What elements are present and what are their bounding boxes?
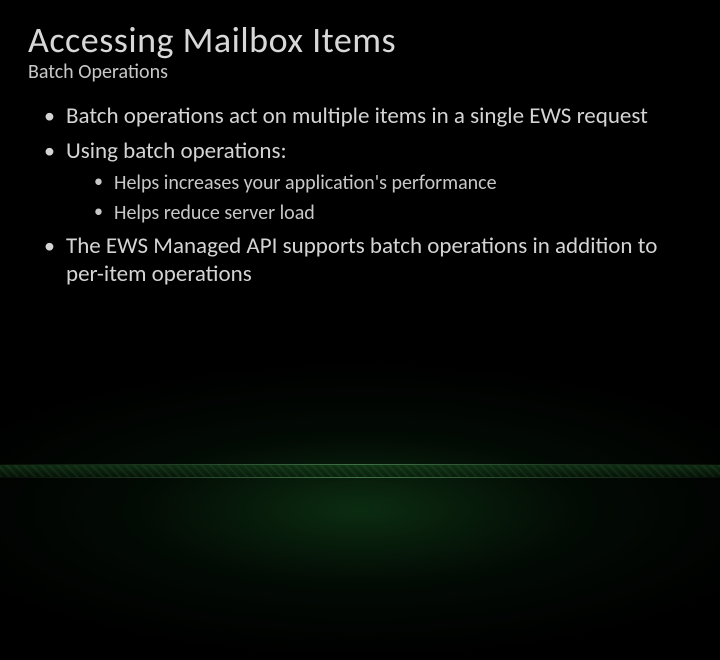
accent-bar [0,464,720,482]
sub-bullet-item: Helps increases your application's perfo… [94,170,692,196]
bullet-item: Batch operations act on multiple items i… [44,102,692,131]
bullet-item: Using batch operations: Helps increases … [44,137,692,226]
sub-bullet-item: Helps reduce server load [94,200,692,226]
sub-bullet-list: Helps increases your application's perfo… [66,170,692,226]
bullet-list: Batch operations act on multiple items i… [28,102,692,289]
bullet-item: The EWS Managed API supports batch opera… [44,232,692,290]
slide-title: Accessing Mailbox Items [28,18,692,62]
slide-content: Accessing Mailbox Items Batch Operations… [0,0,720,289]
bullet-text: Using batch operations: [66,137,287,165]
slide-subtitle: Batch Operations [28,60,692,84]
background-flare [0,360,720,660]
